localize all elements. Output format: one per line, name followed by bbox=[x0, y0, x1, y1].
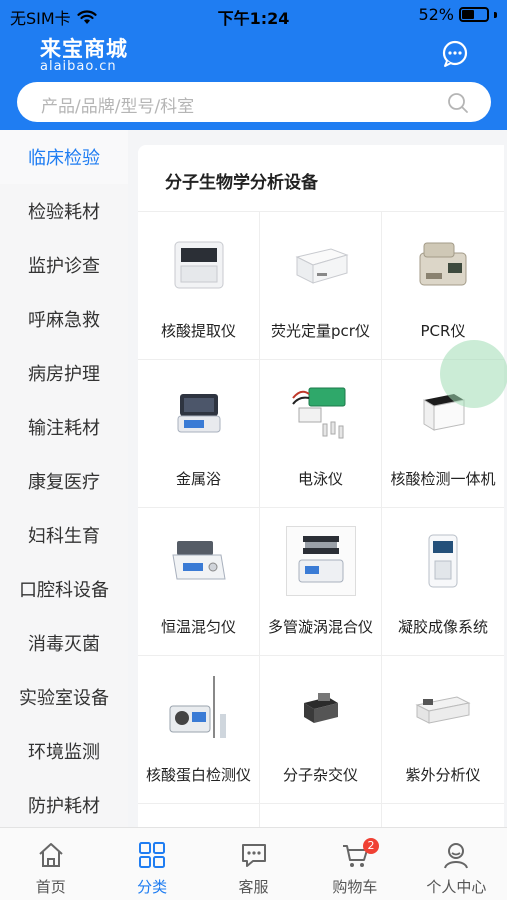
category-item-anesthesia-emergency[interactable]: 呼麻急救 bbox=[0, 292, 128, 346]
product-item[interactable]: 核酸蛋白检测仪 bbox=[138, 656, 260, 804]
category-item-ward-care[interactable]: 病房护理 bbox=[0, 346, 128, 400]
battery-icon bbox=[459, 7, 489, 22]
category-item-disinfection[interactable]: 消毒灭菌 bbox=[0, 616, 128, 670]
app-logo: 来宝商城 alaibao.cn bbox=[40, 38, 128, 74]
tab-category[interactable]: 分类 bbox=[101, 828, 202, 900]
tab-customer-service[interactable]: 客服 bbox=[203, 828, 304, 900]
header-bar: 无SIM卡 下午1:24 52% 来宝商城 alaibao.cn 产品/品牌/型… bbox=[0, 0, 507, 130]
hybridization-oven-image bbox=[286, 674, 356, 744]
product-name: 核酸蛋白检测仪 bbox=[145, 766, 251, 784]
logo-domain: alaibao.cn bbox=[40, 59, 117, 74]
user-icon bbox=[444, 843, 469, 869]
category-item-environment[interactable]: 环境监测 bbox=[0, 724, 128, 778]
category-item-monitoring[interactable]: 监护诊查 bbox=[0, 238, 128, 292]
category-item-dental[interactable]: 口腔科设备 bbox=[0, 562, 128, 616]
product-item[interactable]: 恒温混匀仪 bbox=[138, 508, 260, 656]
category-item-gynecology[interactable]: 妇科生育 bbox=[0, 508, 128, 562]
subcategory-title: 分子生物学分析设备 bbox=[165, 173, 318, 193]
product-item[interactable]: 多管漩涡混合仪 bbox=[260, 508, 382, 656]
status-bar: 无SIM卡 下午1:24 52% bbox=[0, 0, 507, 30]
category-sidebar: 临床检验 检验耗材 监护诊查 呼麻急救 病房护理 输注耗材 康复医疗 妇科生育 … bbox=[0, 130, 128, 827]
product-name: 分子杂交仪 bbox=[282, 766, 358, 784]
category-item-infusion-consumables[interactable]: 输注耗材 bbox=[0, 400, 128, 454]
electrophoresis-image bbox=[286, 378, 356, 448]
tab-label: 首页 bbox=[35, 878, 66, 896]
tab-home[interactable]: 首页 bbox=[0, 828, 101, 900]
product-name: 恒温混匀仪 bbox=[160, 618, 236, 636]
product-name: 核酸检测一体机 bbox=[390, 470, 496, 488]
product-grid: 核酸提取仪 荧光定量pcr仪 PCR仪 金属浴 电泳仪 核酸检测一体机 恒温混匀… bbox=[138, 211, 504, 827]
grid-icon bbox=[139, 842, 166, 868]
search-placeholder[interactable]: 产品/品牌/型号/科室 bbox=[41, 92, 194, 117]
tab-label: 个人中心 bbox=[426, 878, 487, 896]
product-item[interactable]: PCR仪 bbox=[382, 212, 504, 360]
touch-indicator bbox=[440, 340, 507, 408]
product-name: 核酸提取仪 bbox=[160, 322, 236, 340]
battery-percent: 52% bbox=[418, 5, 454, 24]
search-bar[interactable]: 产品/品牌/型号/科室 bbox=[17, 82, 491, 122]
product-item[interactable]: 分子杂交仪 bbox=[260, 656, 382, 804]
product-item[interactable]: 电泳仪 bbox=[260, 360, 382, 508]
qpcr-instrument-image bbox=[286, 230, 356, 300]
product-name: 紫外分析仪 bbox=[405, 766, 481, 784]
product-panel: 分子生物学分析设备 核酸提取仪 荧光定量pcr仪 PCR仪 金属浴 电泳仪 核酸… bbox=[138, 145, 504, 827]
product-item-partial[interactable] bbox=[138, 804, 260, 827]
uv-analyzer-image bbox=[408, 674, 478, 744]
battery-status: 52% bbox=[418, 5, 497, 24]
vortex-mixer-image bbox=[286, 526, 356, 596]
product-item-partial[interactable] bbox=[260, 804, 382, 827]
tab-label: 分类 bbox=[137, 878, 168, 896]
pcr-instrument-image bbox=[408, 230, 478, 300]
search-icon[interactable] bbox=[447, 92, 469, 114]
product-name: 电泳仪 bbox=[297, 470, 343, 488]
product-item[interactable]: 金属浴 bbox=[138, 360, 260, 508]
product-name: 凝胶成像系统 bbox=[397, 618, 488, 636]
gel-imaging-image bbox=[408, 526, 478, 596]
tab-label: 购物车 bbox=[332, 878, 378, 896]
product-name: PCR仪 bbox=[420, 322, 466, 340]
tab-profile[interactable]: 个人中心 bbox=[406, 828, 507, 900]
product-item[interactable]: 凝胶成像系统 bbox=[382, 508, 504, 656]
product-name: 金属浴 bbox=[175, 470, 221, 488]
product-item-partial[interactable] bbox=[382, 804, 504, 827]
protein-detector-image bbox=[164, 674, 234, 744]
thermo-mixer-image bbox=[164, 526, 234, 596]
nucleic-acid-extractor-image bbox=[164, 230, 234, 300]
product-name: 多管漩涡混合仪 bbox=[267, 618, 373, 636]
category-item-test-consumables[interactable]: 检验耗材 bbox=[0, 184, 128, 238]
product-item[interactable]: 荧光定量pcr仪 bbox=[260, 212, 382, 360]
logo-chinese: 来宝商城 bbox=[40, 37, 128, 61]
dry-bath-image bbox=[164, 378, 234, 448]
category-item-clinical-test[interactable]: 临床检验 bbox=[0, 130, 128, 184]
tab-cart[interactable]: 2 购物车 bbox=[304, 828, 405, 900]
tab-label: 客服 bbox=[238, 878, 269, 896]
category-item-laboratory[interactable]: 实验室设备 bbox=[0, 670, 128, 724]
product-item[interactable]: 紫外分析仪 bbox=[382, 656, 504, 804]
product-item[interactable]: 核酸提取仪 bbox=[138, 212, 260, 360]
product-name: 荧光定量pcr仪 bbox=[271, 322, 370, 340]
category-item-rehabilitation[interactable]: 康复医疗 bbox=[0, 454, 128, 508]
chat-bubble-icon bbox=[241, 844, 266, 867]
home-icon bbox=[39, 843, 63, 867]
message-icon[interactable] bbox=[441, 40, 469, 68]
category-item-protective[interactable]: 防护耗材 bbox=[0, 778, 128, 832]
cart-count-badge: 2 bbox=[363, 838, 380, 854]
bottom-tab-bar: 首页 分类 客服 2 购物车 个人中心 bbox=[0, 827, 507, 900]
